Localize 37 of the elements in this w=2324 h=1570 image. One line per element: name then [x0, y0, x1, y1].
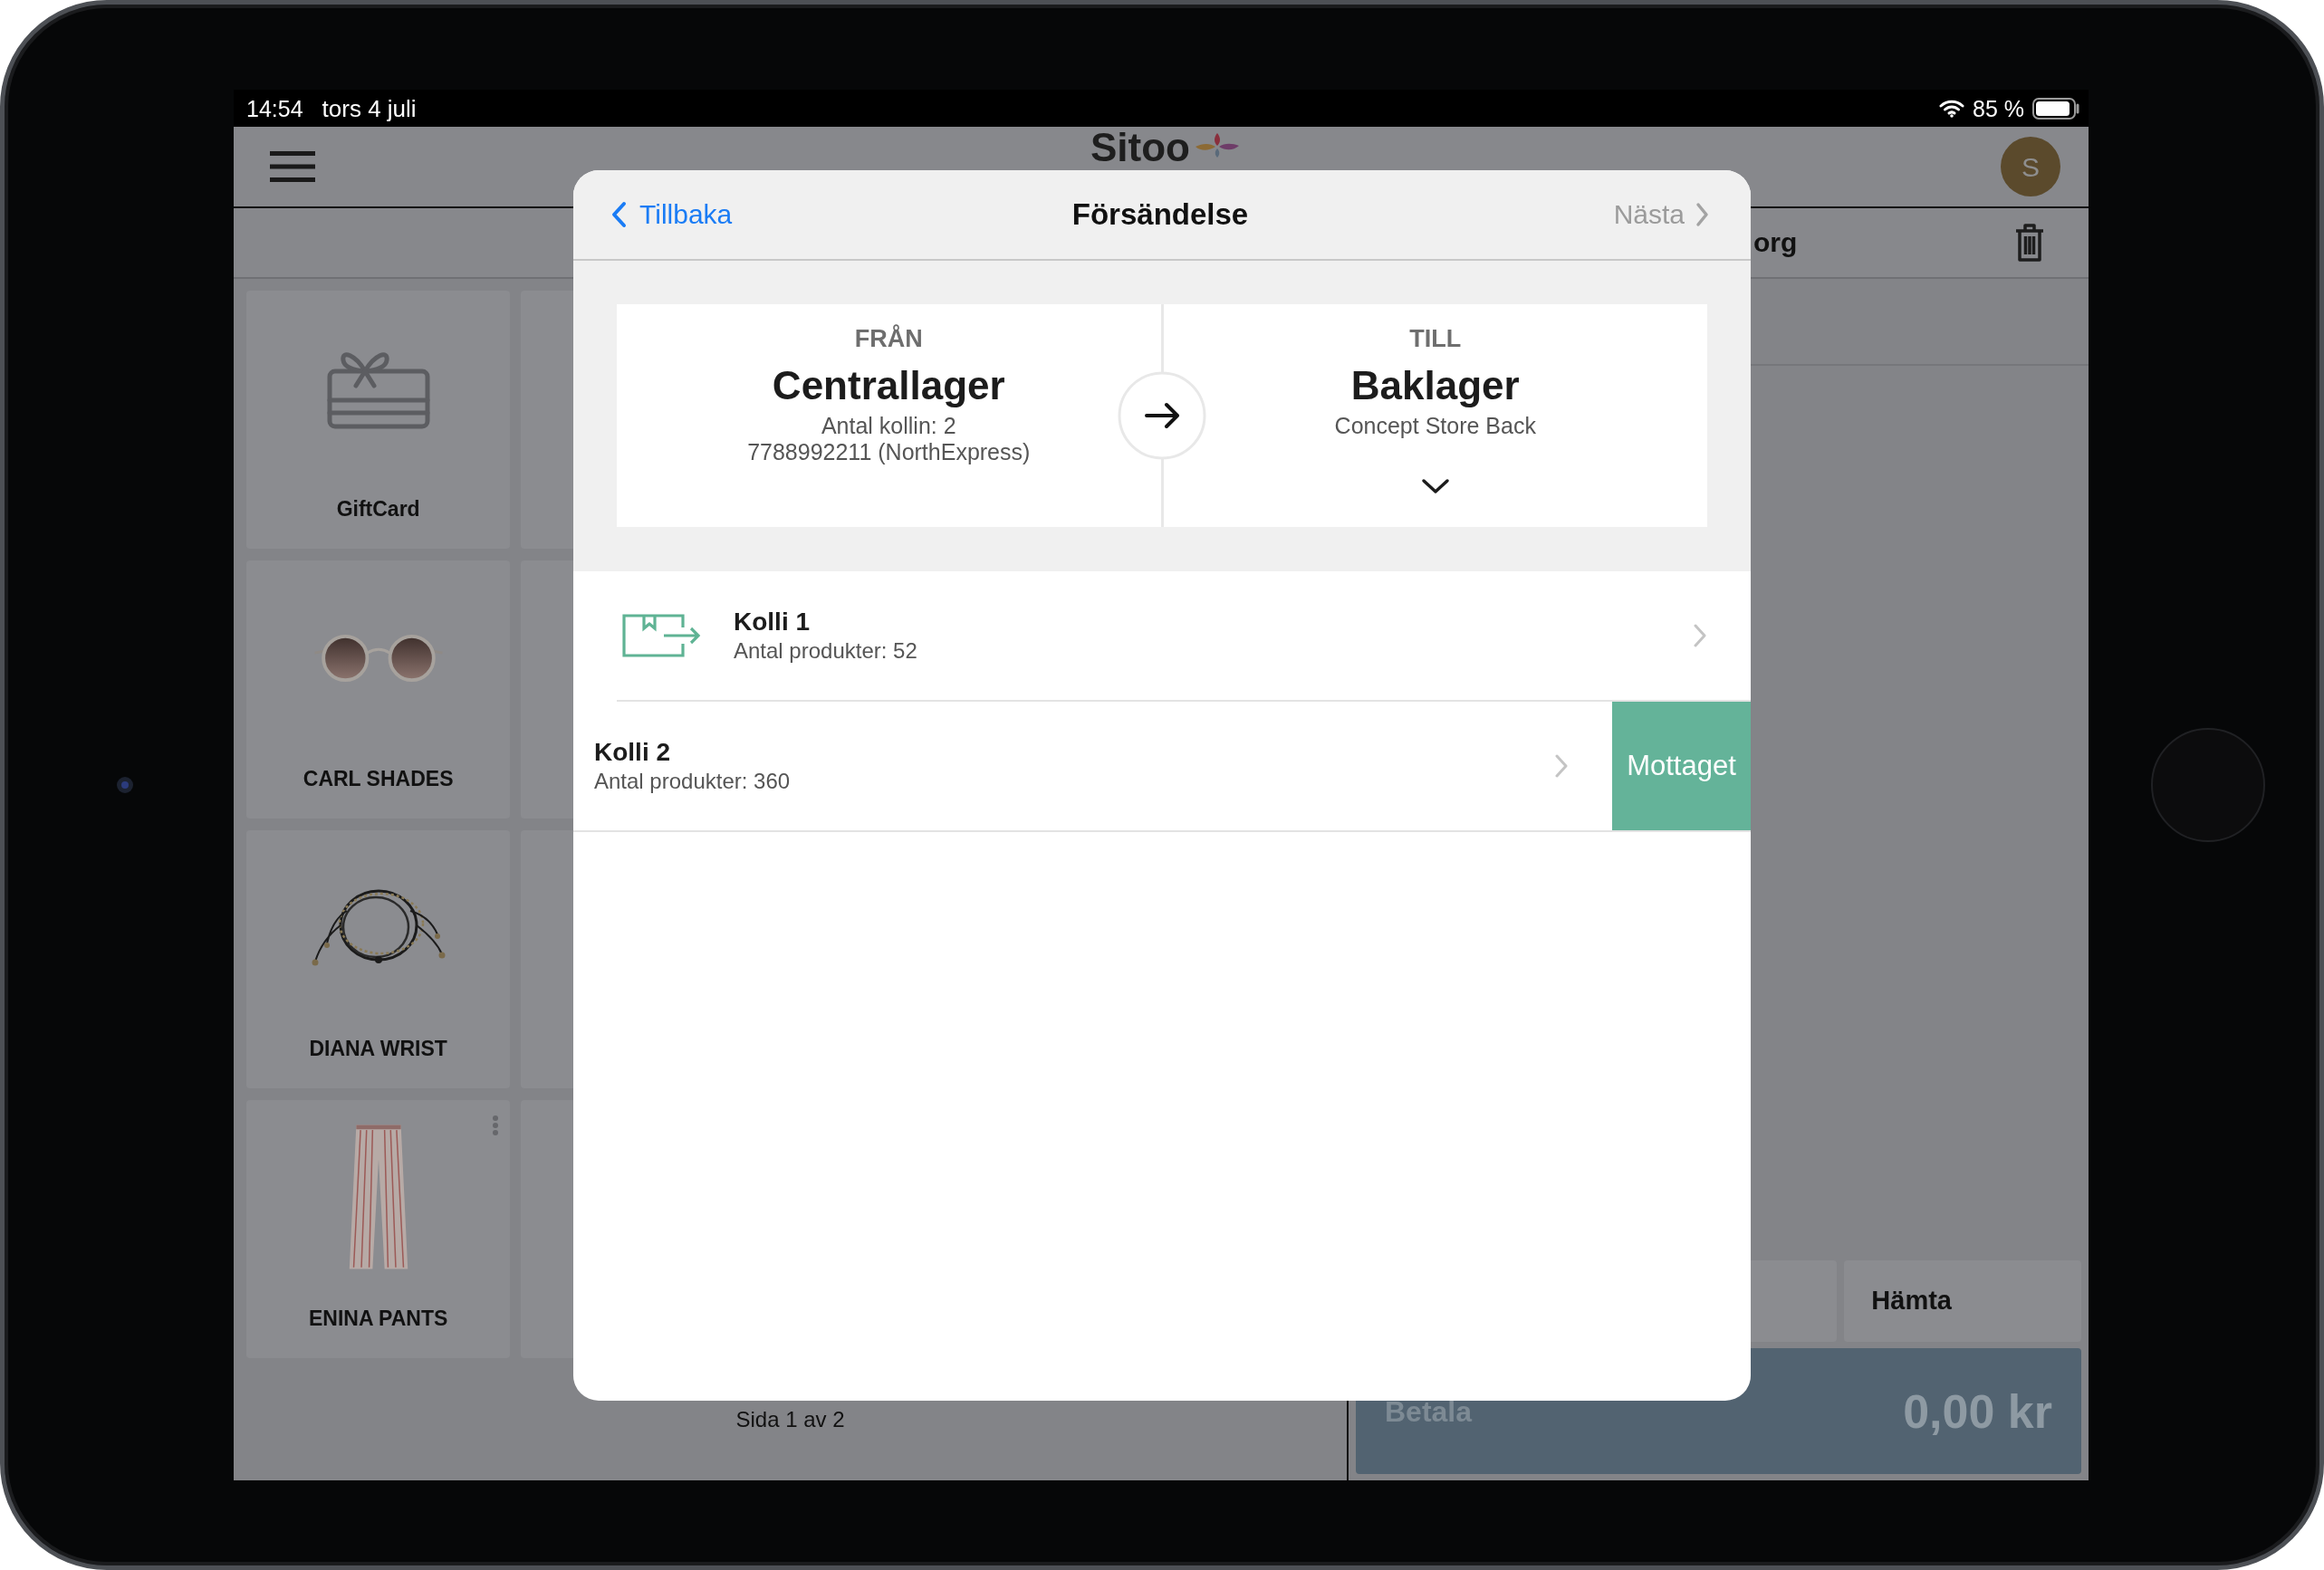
from-detail: Antal kollin: 2 [821, 413, 956, 439]
chevron-right-icon [1694, 624, 1706, 647]
from-detail: 7788992211 (NorthExpress) [747, 439, 1031, 465]
modal-title: Försändelse [1071, 196, 1249, 233]
box-arrow-icon [622, 614, 702, 657]
to-label: TILL [1409, 324, 1462, 353]
trash-icon[interactable] [2015, 224, 2044, 262]
chevron-right-icon [1695, 202, 1709, 227]
from-label: FRÅN [854, 324, 923, 353]
product-tile[interactable]: CARL SHADES [246, 560, 511, 819]
menu-icon[interactable] [270, 151, 315, 182]
chevron-left-icon [611, 201, 627, 228]
total-amount: 0,00 kr [1903, 1383, 2052, 1439]
wifi-icon [1939, 99, 1964, 118]
status-date: tors 4 juli [322, 94, 417, 122]
package-subtitle: Antal produkter: 52 [734, 637, 917, 665]
chevron-down-icon[interactable] [1420, 478, 1450, 494]
product-tile[interactable]: GiftCard [246, 291, 511, 549]
package-subtitle: Antal produkter: 360 [594, 768, 791, 795]
product-tile[interactable]: ENINA PANTS [246, 1100, 511, 1358]
cart-title: org [1753, 226, 1798, 259]
back-button[interactable]: Tillbaka [611, 198, 733, 231]
status-time: 14:54 [246, 94, 303, 122]
from-location: Centrallager [772, 362, 1005, 409]
camera-icon [116, 777, 133, 793]
to-location: Baklager [1350, 362, 1520, 409]
battery-icon [2032, 97, 2079, 120]
to-detail: Concept Store Back [1334, 413, 1536, 439]
package-title: Kolli 2 [594, 737, 670, 768]
chevron-right-icon [1555, 754, 1568, 778]
battery-percent: 85 % [1973, 94, 2024, 122]
product-tile[interactable]: DIANA WRIST [246, 830, 511, 1088]
logo-text: Sitoo [1090, 129, 1190, 166]
package-title: Kolli 1 [734, 607, 810, 637]
logo-flower-icon [1195, 132, 1240, 158]
page-indicator: Sida 1 av 2 [735, 1405, 845, 1433]
retrieve-button[interactable]: Hämta [1844, 1260, 2081, 1342]
